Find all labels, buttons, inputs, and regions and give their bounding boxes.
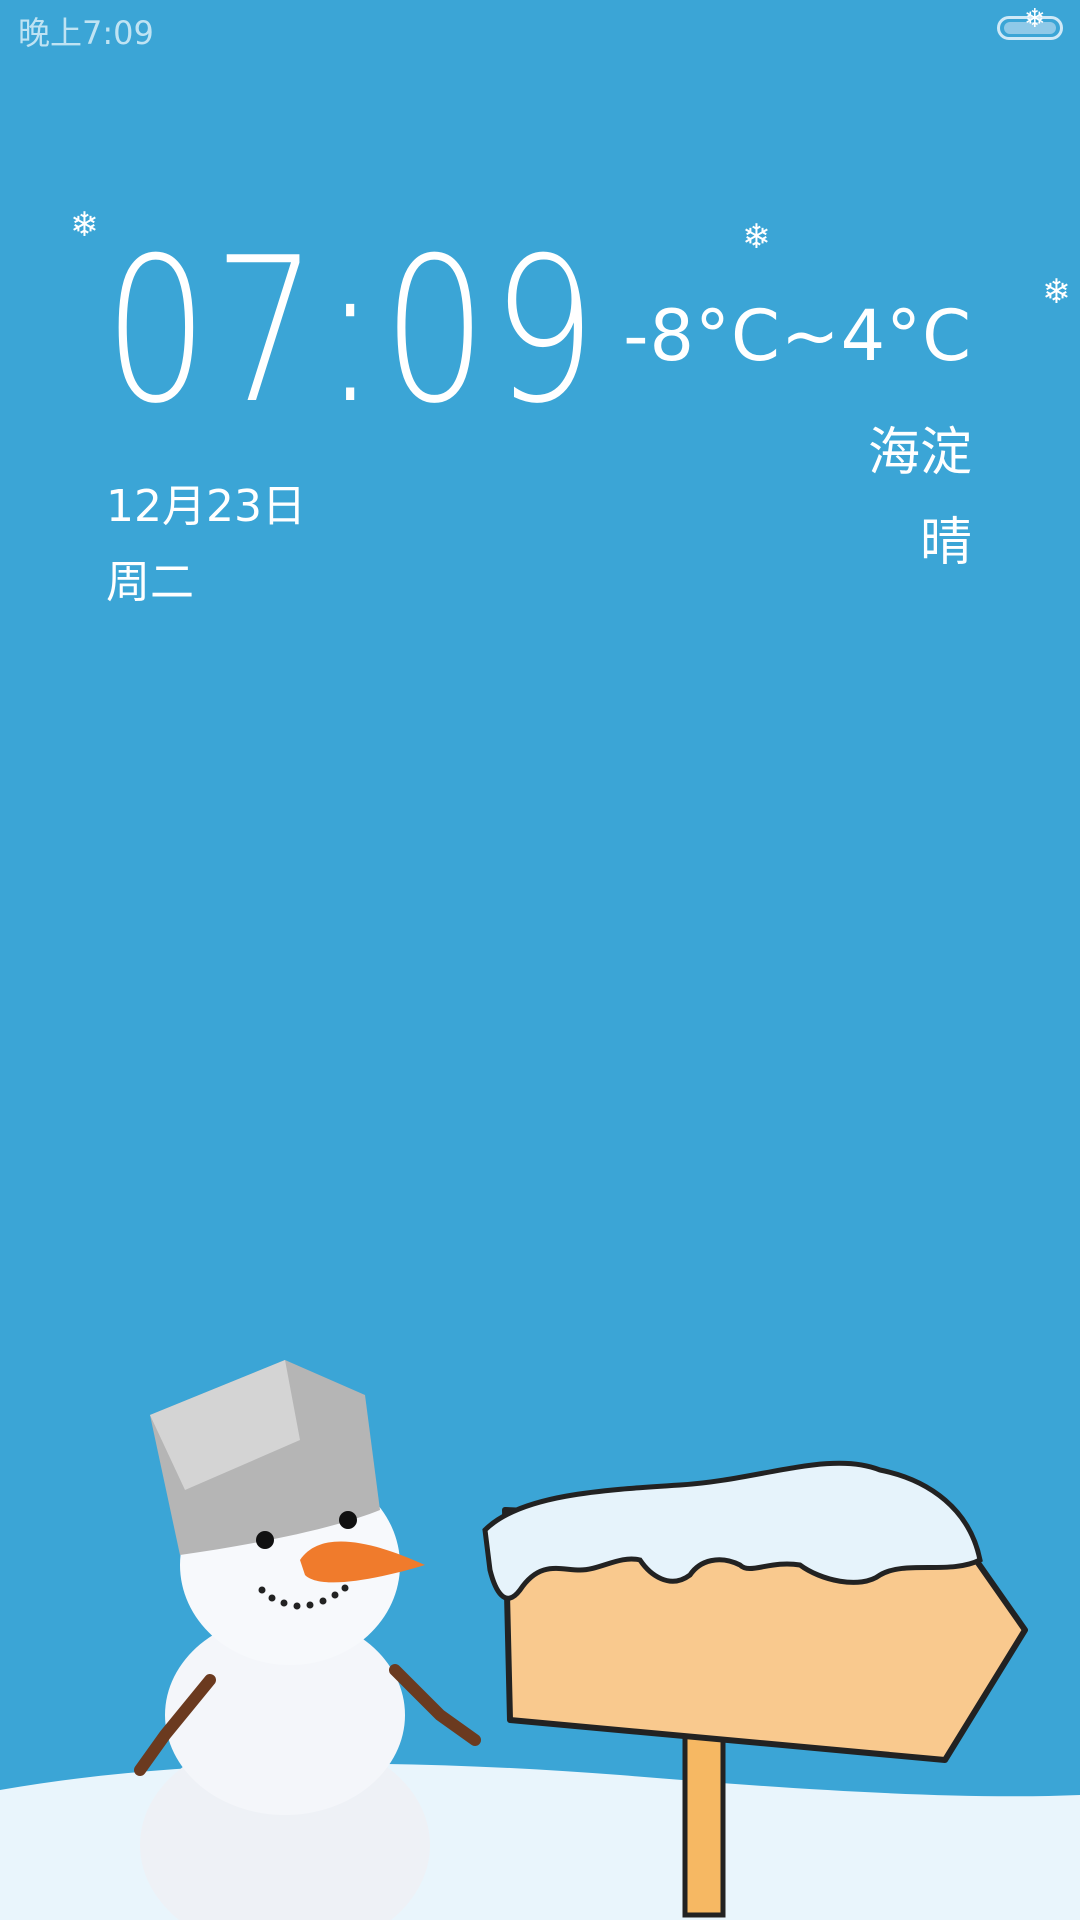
snowman-illustration [134, 1360, 481, 1920]
lockscreen-date: 12月23日 [106, 481, 306, 532]
snowflake-icon: ❄ [1042, 272, 1071, 312]
weather-condition: 晴 [919, 513, 972, 573]
weather-location: 海淀 [867, 423, 972, 483]
snowflake-icon: ❄ [1024, 4, 1046, 34]
wallpaper-illustration [0, 1360, 1080, 1920]
snowflake-icon: ❄ [70, 205, 99, 245]
snowflake-icon: ❄ [742, 217, 771, 257]
status-bar-time: 晚上7:09 [18, 14, 154, 52]
lockscreen-clock: 07:09 [104, 215, 602, 448]
lockscreen-weekday: 周二 [106, 557, 194, 608]
weather-temperature-range: -8°C~4°C [623, 295, 972, 377]
